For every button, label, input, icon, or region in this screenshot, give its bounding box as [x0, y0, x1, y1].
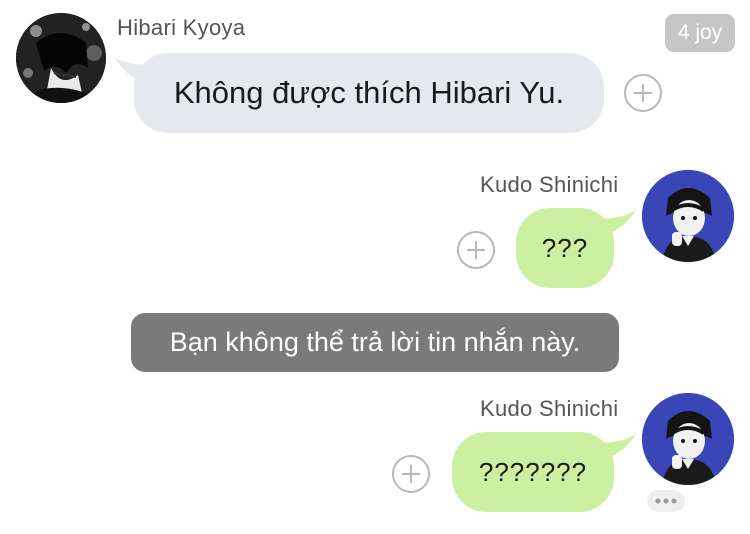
- add-reaction-button[interactable]: [392, 455, 430, 493]
- message-bubble-sent[interactable]: ???????: [452, 432, 614, 512]
- reaction-badge[interactable]: 4 joy: [665, 14, 735, 52]
- sender-name: Kudo Shinichi: [480, 396, 619, 421]
- sender-name: Hibari Kyoya: [117, 15, 246, 40]
- message-text: ???: [541, 232, 589, 263]
- avatar-kudo-image: [642, 393, 734, 485]
- avatar-kudo-image: [642, 170, 734, 262]
- message-text: Không được thích Hibari Yu.: [173, 75, 565, 110]
- plus-circle-icon: [402, 465, 420, 483]
- message-text: ???????: [478, 456, 588, 487]
- ellipsis-icon: [655, 498, 677, 504]
- avatar-hibari-image: [16, 13, 106, 103]
- avatar-kudo[interactable]: [642, 393, 734, 485]
- avatar-kudo[interactable]: [642, 170, 734, 262]
- system-notice: Bạn không thể trả lời tin nhắn này.: [131, 313, 619, 372]
- system-notice-text: Bạn không thể trả lời tin nhắn này.: [169, 327, 581, 357]
- plus-circle-icon: [634, 84, 652, 102]
- add-reaction-button[interactable]: [457, 231, 495, 269]
- avatar-hibari[interactable]: [16, 13, 106, 103]
- message-bubble-received[interactable]: Không được thích Hibari Yu.: [134, 53, 604, 133]
- typing-indicator: [647, 490, 685, 512]
- sender-name: Kudo Shinichi: [480, 172, 619, 197]
- message-bubble-sent[interactable]: ???: [516, 208, 614, 288]
- plus-circle-icon: [467, 241, 485, 259]
- reaction-badge-label: 4 joy: [677, 21, 723, 44]
- add-reaction-button[interactable]: [624, 74, 662, 112]
